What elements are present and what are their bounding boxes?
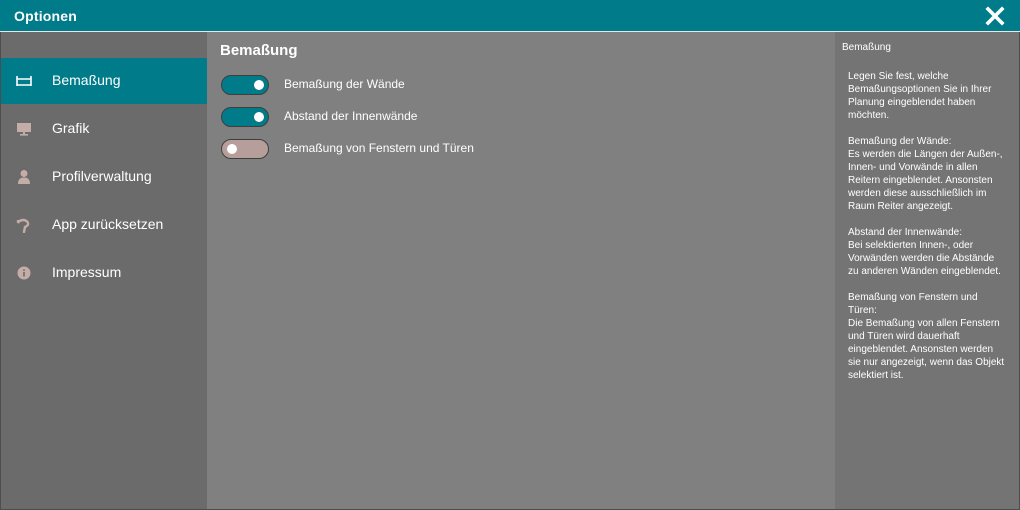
window-title: Optionen	[14, 8, 78, 24]
window-frame	[0, 32, 1020, 510]
title-bar: Optionen	[0, 0, 1020, 32]
close-icon[interactable]	[984, 6, 1006, 26]
